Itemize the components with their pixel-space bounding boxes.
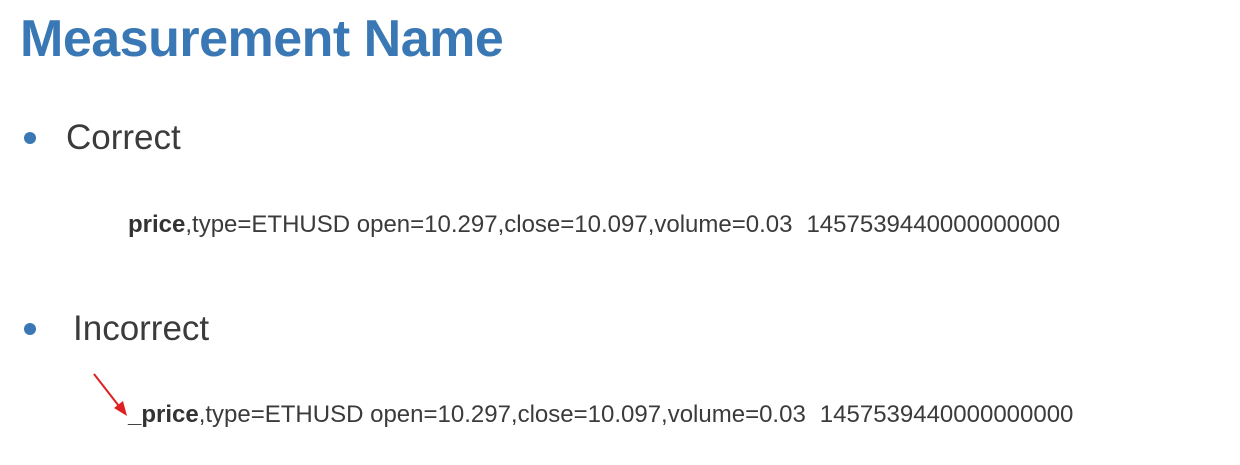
page-title: Measurement Name bbox=[20, 10, 504, 68]
incorrect-heading: Incorrect bbox=[73, 309, 210, 348]
correct-example-timestamp: 1457539440000000000 bbox=[806, 211, 1061, 238]
incorrect-measurement-name: _price bbox=[128, 401, 199, 428]
incorrect-example-line: _price,type=ETHUSD open=10.297,close=10.… bbox=[128, 400, 1073, 430]
incorrect-example-timestamp: 1457539440000000000 bbox=[819, 401, 1074, 428]
bullet-dot-icon bbox=[24, 132, 36, 144]
correct-example-line: price,type=ETHUSD open=10.297,close=10.0… bbox=[128, 210, 1060, 240]
correct-measurement-name: price bbox=[128, 211, 186, 238]
incorrect-example-body: ,type=ETHUSD open=10.297,close=10.097,vo… bbox=[198, 401, 806, 428]
red-arrow-icon bbox=[93, 373, 127, 416]
correct-example-body: ,type=ETHUSD open=10.297,close=10.097,vo… bbox=[185, 211, 793, 238]
correct-heading: Correct bbox=[66, 118, 181, 157]
bullet-dot-icon bbox=[24, 323, 36, 335]
